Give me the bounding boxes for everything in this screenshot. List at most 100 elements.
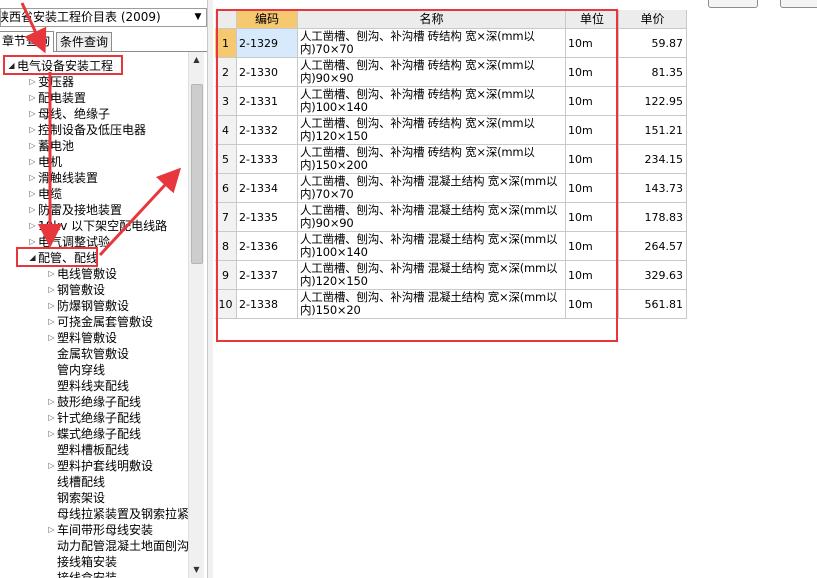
tree-item[interactable]: ▷ 电气调整试验 [27,234,110,250]
tree-item[interactable]: ▷管内穿线 [46,362,105,378]
price-cell[interactable]: 178.83 [619,203,687,232]
tree-item[interactable]: ▷钢索架设 [46,490,105,506]
code-cell[interactable]: 2-1330 [237,58,298,87]
tree-item[interactable]: ▷ 蓄电池 [27,138,74,154]
tab-chapter-query[interactable]: 章节查询 [0,31,55,52]
tree-item[interactable]: ▷动力配管混凝土地面刨沟 [46,538,188,554]
tree-item[interactable]: ▷ 10kv 以下架空配电线路 [27,218,167,234]
tree-item[interactable]: ◢ 配管、配线 [27,250,98,266]
triangle-right-icon[interactable]: ▷ [27,106,38,122]
panel-splitter[interactable] [207,0,213,578]
price-cell[interactable]: 81.35 [619,58,687,87]
top-button-1[interactable] [708,0,758,8]
price-cell[interactable]: 59.87 [619,29,687,58]
triangle-right-icon[interactable]: ▷ [27,122,38,138]
tree-item[interactable]: ◢ 电气设备安装工程 [6,58,113,74]
triangle-right-icon[interactable]: ▷ [46,394,57,410]
tree-item[interactable]: ▷ 车间带形母线安装 [46,522,153,538]
scroll-down-icon[interactable]: ▼ [189,562,204,578]
triangle-right-icon[interactable]: ▷ [46,330,57,346]
triangle-right-icon[interactable]: ▷ [46,266,57,282]
tree-item[interactable]: ▷ 防雷及接地装置 [27,202,122,218]
triangle-right-icon[interactable]: ▷ [46,458,57,474]
code-cell[interactable]: 2-1334 [237,174,298,203]
row-number[interactable]: 8 [215,232,237,261]
unit-cell[interactable]: 10m [566,58,619,87]
triangle-right-icon[interactable]: ▷ [27,186,38,202]
code-cell[interactable]: 2-1337 [237,261,298,290]
tree-item[interactable]: ▷ 塑料管敷设 [46,330,117,346]
code-cell[interactable]: 2-1338 [237,290,298,319]
triangle-right-icon[interactable]: ▷ [46,282,57,298]
triangle-right-icon[interactable]: ▷ [27,202,38,218]
price-cell[interactable]: 329.63 [619,261,687,290]
row-number[interactable]: 6 [215,174,237,203]
row-number[interactable]: 3 [215,87,237,116]
top-button-2[interactable] [780,0,817,8]
tree-item[interactable]: ▷ 电线管敷设 [46,266,117,282]
tree-item[interactable]: ▷ 控制设备及低压电器 [27,122,146,138]
triangle-right-icon[interactable]: ▷ [27,234,38,250]
tree-item[interactable]: ▷ 塑料护套线明敷设 [46,458,153,474]
unit-cell[interactable]: 10m [566,29,619,58]
name-cell[interactable]: 人工凿槽、刨沟、补沟槽 砖结构 宽×深(mm以内)120×150 [298,116,566,145]
triangle-right-icon[interactable]: ▷ [27,218,38,234]
tree-item[interactable]: ▷线槽配线 [46,474,105,490]
code-cell[interactable]: 2-1332 [237,116,298,145]
tree-item[interactable]: ▷ 针式绝缘子配线 [46,410,141,426]
tree-item[interactable]: ▷金属软管敷设 [46,346,129,362]
tree-item[interactable]: ▷接线盒安装 [46,570,117,578]
triangle-right-icon[interactable]: ▷ [27,74,38,90]
row-number[interactable]: 10 [215,290,237,319]
triangle-right-icon[interactable]: ▷ [27,90,38,106]
triangle-right-icon[interactable]: ▷ [46,314,57,330]
tree-item[interactable]: ▷ 钢管敷设 [46,282,105,298]
code-cell[interactable]: 2-1333 [237,145,298,174]
triangle-right-icon[interactable]: ▷ [46,522,57,538]
row-number[interactable]: 2 [215,58,237,87]
price-cell[interactable]: 151.21 [619,116,687,145]
name-cell[interactable]: 人工凿槽、刨沟、补沟槽 砖结构 宽×深(mm以内)90×90 [298,58,566,87]
price-cell[interactable]: 561.81 [619,290,687,319]
name-cell[interactable]: 人工凿槽、刨沟、补沟槽 砖结构 宽×深(mm以内)70×70 [298,29,566,58]
unit-cell[interactable]: 10m [566,174,619,203]
code-cell[interactable]: 2-1329 [237,29,298,58]
row-number[interactable]: 5 [215,145,237,174]
triangle-right-icon[interactable]: ▷ [46,410,57,426]
name-cell[interactable]: 人工凿槽、刨沟、补沟槽 砖结构 宽×深(mm以内)150×200 [298,145,566,174]
chevron-down-icon[interactable]: ▼ [192,9,204,26]
header-unit[interactable]: 单位 [566,10,619,29]
tree-item[interactable]: ▷塑料槽板配线 [46,442,129,458]
name-cell[interactable]: 人工凿槽、刨沟、补沟槽 混凝土结构 宽×深(mm以内)100×140 [298,232,566,261]
name-cell[interactable]: 人工凿槽、刨沟、补沟槽 混凝土结构 宽×深(mm以内)90×90 [298,203,566,232]
scroll-up-icon[interactable]: ▲ [189,52,204,68]
unit-cell[interactable]: 10m [566,290,619,319]
triangle-right-icon[interactable]: ▷ [27,154,38,170]
price-cell[interactable]: 264.57 [619,232,687,261]
tree-item[interactable]: ▷ 蝶式绝缘子配线 [46,426,141,442]
tree-item[interactable]: ▷ 鼓形绝缘子配线 [46,394,141,410]
code-cell[interactable]: 2-1336 [237,232,298,261]
row-number[interactable]: 4 [215,116,237,145]
tree-item[interactable]: ▷ 变压器 [27,74,74,90]
triangle-down-icon[interactable]: ◢ [6,58,17,74]
scrollbar-thumb[interactable] [191,84,203,264]
code-cell[interactable]: 2-1335 [237,203,298,232]
unit-cell[interactable]: 10m [566,261,619,290]
price-cell[interactable]: 143.73 [619,174,687,203]
tree-item[interactable]: ▷塑料线夹配线 [46,378,129,394]
price-cell[interactable]: 234.15 [619,145,687,174]
tree-item[interactable]: ▷ 配电装置 [27,90,86,106]
name-cell[interactable]: 人工凿槽、刨沟、补沟槽 砖结构 宽×深(mm以内)100×140 [298,87,566,116]
tree-item[interactable]: ▷ 母线、绝缘子 [27,106,110,122]
tree-item[interactable]: ▷ 可挠金属套管敷设 [46,314,153,330]
unit-cell[interactable]: 10m [566,87,619,116]
header-code[interactable]: 编码 [237,10,298,29]
name-cell[interactable]: 人工凿槽、刨沟、补沟槽 混凝土结构 宽×深(mm以内)70×70 [298,174,566,203]
row-number[interactable]: 1 [215,29,237,58]
tree-item[interactable]: ▷ 电机 [27,154,62,170]
unit-cell[interactable]: 10m [566,116,619,145]
unit-cell[interactable]: 10m [566,203,619,232]
catalog-select[interactable]: 陕西省安装工程价目表 (2009) ▼ [0,8,207,27]
triangle-down-icon[interactable]: ◢ [27,250,38,266]
